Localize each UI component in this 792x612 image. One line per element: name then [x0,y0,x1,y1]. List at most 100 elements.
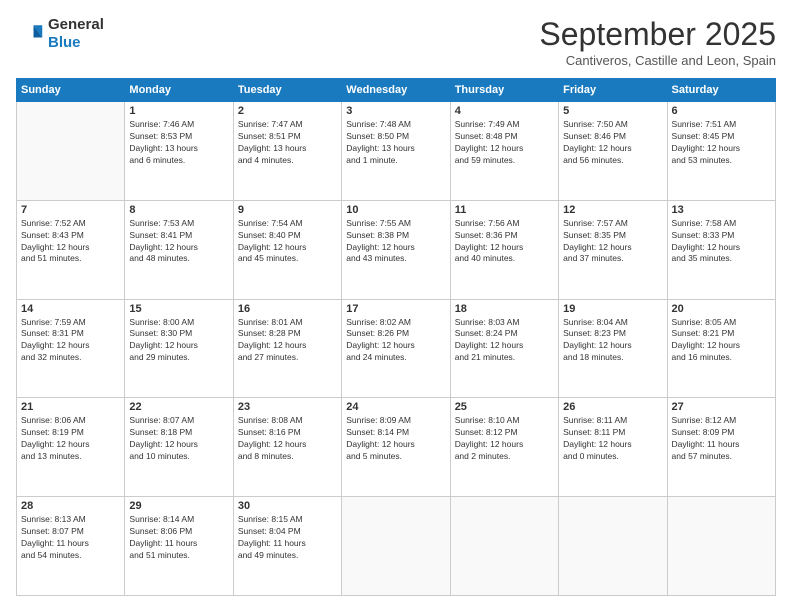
day-info: Sunrise: 8:14 AM Sunset: 8:06 PM Dayligh… [129,514,228,562]
day-number: 18 [455,303,554,315]
table-row [342,497,450,596]
day-number: 30 [238,500,337,512]
day-number: 13 [672,204,771,216]
table-row: 16 Sunrise: 8:01 AM Sunset: 8:28 PM Dayli… [233,299,341,398]
day-info: Sunrise: 8:10 AM Sunset: 8:12 PM Dayligh… [455,415,554,463]
table-row: 8Sunrise: 7:53 AM Sunset: 8:41 PM Daylig… [125,200,233,299]
logo-icon [16,20,44,48]
day-number: 1 [129,105,228,117]
table-row: 6 Sunrise: 7:51 AM Sunset: 8:45 PM Daylig… [667,102,775,201]
table-row: 4 Sunrise: 7:49 AM Sunset: 8:48 PM Daylig… [450,102,558,201]
day-info: Sunrise: 7:50 AM Sunset: 8:46 PM Dayligh… [563,119,662,167]
calendar-header-row: Sunday Monday Tuesday Wednesday Thursday… [17,79,776,102]
day-info: Sunrise: 8:02 AM Sunset: 8:26 PM Dayligh… [346,317,445,365]
day-info: Sunrise: 8:00 AM Sunset: 8:30 PM Dayligh… [129,317,228,365]
day-info: Sunrise: 8:12 AM Sunset: 8:09 PM Dayligh… [672,415,771,463]
day-info: Sunrise: 8:03 AM Sunset: 8:24 PM Dayligh… [455,317,554,365]
day-number: 22 [129,401,228,413]
day-number: 9 [238,204,337,216]
day-number: 15 [129,303,228,315]
table-row: 2 Sunrise: 7:47 AM Sunset: 8:51 PM Daylig… [233,102,341,201]
table-row: 20 Sunrise: 8:05 AM Sunset: 8:21 PM Dayli… [667,299,775,398]
table-row: 17 Sunrise: 8:02 AM Sunset: 8:26 PM Dayli… [342,299,450,398]
table-row: 27Sunrise: 8:12 AM Sunset: 8:09 PM Dayli… [667,398,775,497]
day-info: Sunrise: 7:56 AM Sunset: 8:36 PM Dayligh… [455,218,554,266]
day-number: 12 [563,204,662,216]
day-info: Sunrise: 7:46 AM Sunset: 8:53 PM Dayligh… [129,119,228,167]
day-number: 2 [238,105,337,117]
table-row: 29 Sunrise: 8:14 AM Sunset: 8:06 PM Dayli… [125,497,233,596]
col-monday: Monday [125,79,233,102]
col-thursday: Thursday [450,79,558,102]
day-number: 28 [21,500,120,512]
calendar-week-row: 21 Sunrise: 8:06 AM Sunset: 8:19 PM Dayli… [17,398,776,497]
day-info: Sunrise: 7:47 AM Sunset: 8:51 PM Dayligh… [238,119,337,167]
day-number: 26 [563,401,662,413]
table-row: 22 Sunrise: 8:07 AM Sunset: 8:18 PM Dayli… [125,398,233,497]
day-info: Sunrise: 7:49 AM Sunset: 8:48 PM Dayligh… [455,119,554,167]
day-info: Sunrise: 8:09 AM Sunset: 8:14 PM Dayligh… [346,415,445,463]
day-number: 16 [238,303,337,315]
table-row [667,497,775,596]
col-sunday: Sunday [17,79,125,102]
day-number: 8 [129,204,228,216]
day-number: 6 [672,105,771,117]
table-row: 19 Sunrise: 8:04 AM Sunset: 8:23 PM Dayli… [559,299,667,398]
day-number: 21 [21,401,120,413]
location-subtitle: Cantiveros, Castille and Leon, Spain [539,53,776,68]
table-row: 25Sunrise: 8:10 AM Sunset: 8:12 PM Dayli… [450,398,558,497]
day-info: Sunrise: 7:51 AM Sunset: 8:45 PM Dayligh… [672,119,771,167]
table-row: 28Sunrise: 8:13 AM Sunset: 8:07 PM Dayli… [17,497,125,596]
day-info: Sunrise: 8:08 AM Sunset: 8:16 PM Dayligh… [238,415,337,463]
title-block: September 2025 Cantiveros, Castille and … [539,16,776,68]
logo: General Blue [16,16,104,52]
day-info: Sunrise: 8:01 AM Sunset: 8:28 PM Dayligh… [238,317,337,365]
day-info: Sunrise: 8:04 AM Sunset: 8:23 PM Dayligh… [563,317,662,365]
table-row: 3 Sunrise: 7:48 AM Sunset: 8:50 PM Daylig… [342,102,450,201]
day-info: Sunrise: 7:52 AM Sunset: 8:43 PM Dayligh… [21,218,120,266]
table-row: 26 Sunrise: 8:11 AM Sunset: 8:11 PM Dayli… [559,398,667,497]
day-number: 4 [455,105,554,117]
table-row: 12 Sunrise: 7:57 AM Sunset: 8:35 PM Dayli… [559,200,667,299]
day-info: Sunrise: 7:48 AM Sunset: 8:50 PM Dayligh… [346,119,445,167]
month-title: September 2025 [539,16,776,53]
day-info: Sunrise: 7:55 AM Sunset: 8:38 PM Dayligh… [346,218,445,266]
day-number: 3 [346,105,445,117]
day-number: 17 [346,303,445,315]
page: General Blue September 2025 Cantiveros, … [0,0,792,612]
day-info: Sunrise: 7:57 AM Sunset: 8:35 PM Dayligh… [563,218,662,266]
col-wednesday: Wednesday [342,79,450,102]
table-row: 18 Sunrise: 8:03 AM Sunset: 8:24 PM Dayli… [450,299,558,398]
table-row: 15 Sunrise: 8:00 AM Sunset: 8:30 PM Dayli… [125,299,233,398]
day-number: 19 [563,303,662,315]
table-row [17,102,125,201]
calendar-week-row: 28Sunrise: 8:13 AM Sunset: 8:07 PM Dayli… [17,497,776,596]
table-row [450,497,558,596]
day-number: 7 [21,204,120,216]
day-number: 5 [563,105,662,117]
table-row: 9 Sunrise: 7:54 AM Sunset: 8:40 PM Daylig… [233,200,341,299]
table-row: 13Sunrise: 7:58 AM Sunset: 8:33 PM Dayli… [667,200,775,299]
table-row: 7 Sunrise: 7:52 AM Sunset: 8:43 PM Daylig… [17,200,125,299]
day-info: Sunrise: 8:11 AM Sunset: 8:11 PM Dayligh… [563,415,662,463]
col-friday: Friday [559,79,667,102]
calendar-table: Sunday Monday Tuesday Wednesday Thursday… [16,78,776,596]
day-number: 20 [672,303,771,315]
table-row: 5 Sunrise: 7:50 AM Sunset: 8:46 PM Daylig… [559,102,667,201]
table-row: 30 Sunrise: 8:15 AM Sunset: 8:04 PM Dayli… [233,497,341,596]
col-tuesday: Tuesday [233,79,341,102]
day-info: Sunrise: 8:05 AM Sunset: 8:21 PM Dayligh… [672,317,771,365]
day-info: Sunrise: 8:06 AM Sunset: 8:19 PM Dayligh… [21,415,120,463]
table-row [559,497,667,596]
table-row: 23Sunrise: 8:08 AM Sunset: 8:16 PM Dayli… [233,398,341,497]
day-info: Sunrise: 8:15 AM Sunset: 8:04 PM Dayligh… [238,514,337,562]
day-info: Sunrise: 7:54 AM Sunset: 8:40 PM Dayligh… [238,218,337,266]
day-info: Sunrise: 7:59 AM Sunset: 8:31 PM Dayligh… [21,317,120,365]
table-row: 14Sunrise: 7:59 AM Sunset: 8:31 PM Dayli… [17,299,125,398]
day-info: Sunrise: 8:07 AM Sunset: 8:18 PM Dayligh… [129,415,228,463]
col-saturday: Saturday [667,79,775,102]
day-number: 29 [129,500,228,512]
table-row: 24Sunrise: 8:09 AM Sunset: 8:14 PM Dayli… [342,398,450,497]
calendar-week-row: 14Sunrise: 7:59 AM Sunset: 8:31 PM Dayli… [17,299,776,398]
calendar-week-row: 1 Sunrise: 7:46 AM Sunset: 8:53 PM Daylig… [17,102,776,201]
